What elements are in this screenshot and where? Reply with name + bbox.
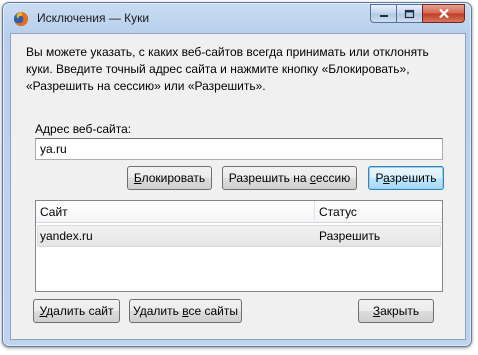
close-button[interactable]: Закрыть: [358, 299, 434, 323]
block-button[interactable]: Блокировать: [127, 166, 212, 190]
button-text: Удалить: [133, 304, 183, 318]
remove-all-sites-button[interactable]: Удалить все сайты: [129, 299, 242, 323]
allow-session-button[interactable]: Разрешить на сессию: [222, 166, 357, 190]
close-window-button[interactable]: [422, 4, 465, 23]
firefox-icon: [13, 11, 29, 27]
button-text: акрыть: [380, 304, 420, 318]
title-bar[interactable]: Исключения — Куки: [3, 3, 471, 33]
button-text: се сайты: [188, 304, 238, 318]
dialog-body: Вы можете указать, с каких веб-сайтов вс…: [10, 33, 466, 340]
cookie-exceptions-dialog: Исключения — Куки Вы можете указать, с к…: [2, 2, 472, 347]
status-cell: Разрешить: [319, 229, 381, 243]
table-header: Сайт Статус: [36, 201, 442, 223]
close-icon: [438, 8, 449, 19]
caption-buttons: [370, 4, 465, 23]
column-divider[interactable]: [314, 201, 315, 223]
minimize-button[interactable]: [370, 4, 396, 23]
allow-button[interactable]: Разрешить: [368, 166, 444, 190]
button-text: Разрешить на: [228, 171, 310, 185]
maximize-icon: [404, 9, 415, 18]
button-text: Р: [375, 171, 384, 185]
exceptions-table[interactable]: Сайт Статус yandex.ru Разрешить: [35, 200, 443, 292]
window-title: Исключения — Куки: [37, 11, 150, 25]
description-line: «Разрешить на сессию» или «Разрешить».: [26, 79, 266, 93]
maximize-button[interactable]: [396, 4, 422, 23]
column-header-site[interactable]: Сайт: [40, 205, 68, 219]
button-text: локировать: [141, 171, 206, 185]
description-text: Вы можете указать, с каких веб-сайтов вс…: [26, 44, 456, 95]
button-text: зрешить: [389, 171, 437, 185]
site-cell: yandex.ru: [40, 229, 93, 243]
url-label: Адрес веб-сайта:: [35, 122, 132, 136]
button-text: далить сайт: [46, 304, 114, 318]
button-text: ессию: [315, 171, 351, 185]
column-header-status[interactable]: Статус: [319, 205, 357, 219]
description-line: куки. Введите точный адрес сайта и нажми…: [26, 62, 410, 76]
description-line: Вы можете указать, с каких веб-сайтов вс…: [26, 45, 429, 59]
site-address-input[interactable]: [35, 138, 443, 160]
button-accel: Б: [133, 171, 142, 185]
remove-site-button[interactable]: Удалить сайт: [33, 299, 120, 323]
table-row[interactable]: yandex.ru Разрешить: [37, 225, 441, 247]
minimize-icon: [379, 14, 388, 17]
